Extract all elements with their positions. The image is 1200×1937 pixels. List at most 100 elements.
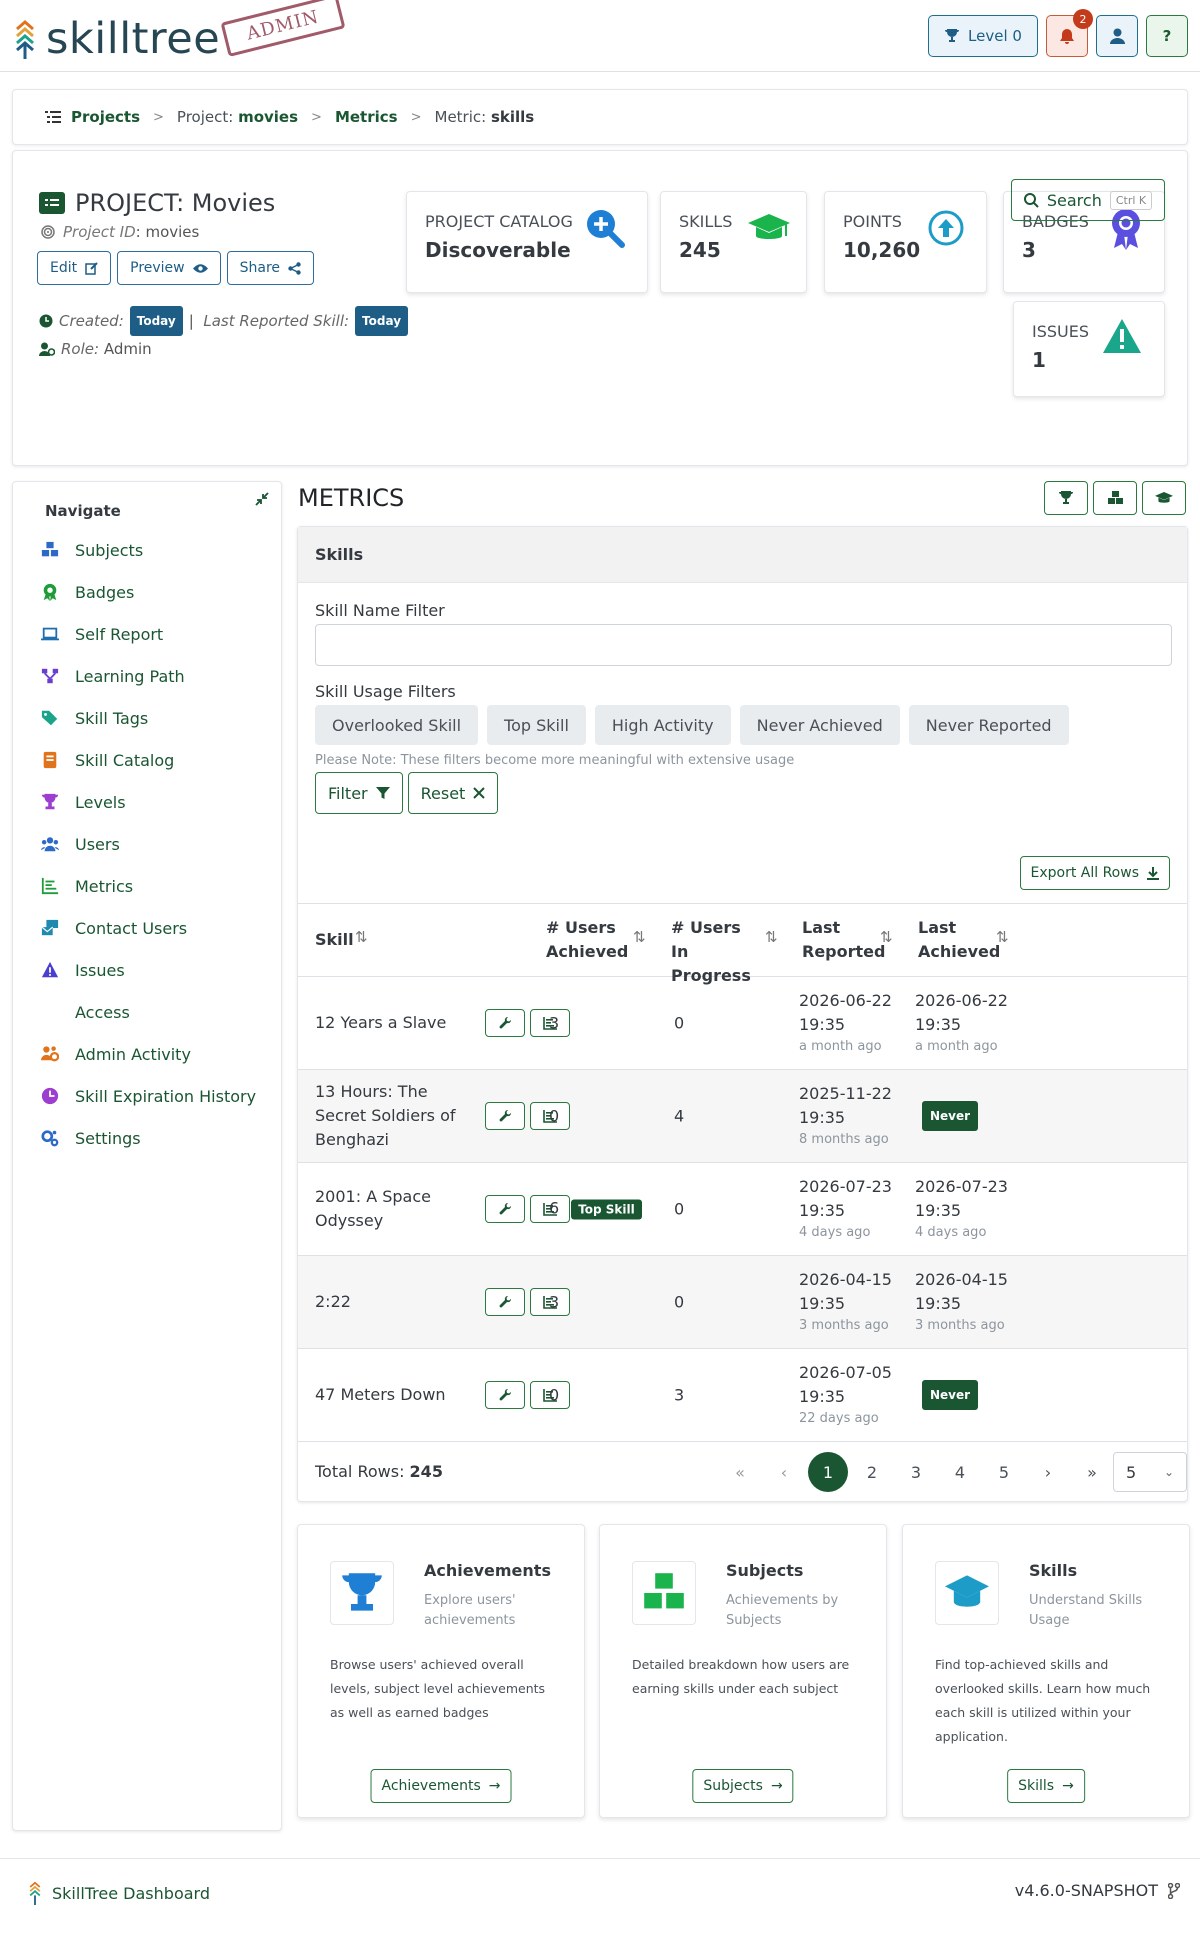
sidebar-item-skill-tags[interactable]: Skill Tags xyxy=(39,697,256,739)
sidebar-item-skill-expiration-history[interactable]: Skill Expiration History xyxy=(39,1075,256,1117)
sidebar-item-contact-users[interactable]: Contact Users xyxy=(39,907,256,949)
edit-skill-button[interactable] xyxy=(485,1381,525,1409)
sort-icon[interactable]: ⇅ xyxy=(880,928,893,946)
notifications-button[interactable]: 2 xyxy=(1046,9,1093,57)
edit-skill-button[interactable] xyxy=(485,1009,525,1037)
usage-filter-chip[interactable]: Never Reported xyxy=(908,705,1069,745)
reset-button[interactable]: Reset xyxy=(407,772,499,814)
breadcrumb-project-name: movies xyxy=(238,108,299,126)
feature-subjects-button[interactable]: Subjects → xyxy=(692,1769,794,1803)
last-reported-date: 2026-07-05 xyxy=(799,1363,892,1382)
last-achieved-ago: 4 days ago xyxy=(915,1225,987,1240)
last-achieved: Never xyxy=(922,1380,979,1410)
wrench-icon xyxy=(499,1202,511,1214)
user-menu-button[interactable] xyxy=(1096,15,1138,57)
share-label: Share xyxy=(239,260,281,276)
col-header-skill[interactable]: Skill xyxy=(315,928,354,952)
eye-icon xyxy=(192,263,208,273)
skill-name[interactable]: 47 Meters Down xyxy=(315,1383,475,1407)
search-button[interactable]: Search Ctrl K xyxy=(1011,179,1165,221)
edit-skill-button[interactable] xyxy=(485,1288,525,1316)
achievements-metrics-button[interactable] xyxy=(1044,481,1088,515)
skill-name[interactable]: 13 Hours: The Secret Soldiers of Benghaz… xyxy=(315,1080,475,1152)
breadcrumb-project[interactable]: Project: movies xyxy=(177,108,298,126)
first-page-button[interactable]: « xyxy=(718,1452,762,1492)
skilltree-logo[interactable]: skilltree xyxy=(14,14,220,64)
edit-skill-button[interactable] xyxy=(485,1195,525,1223)
col-header-last-reported[interactable]: Last Reported xyxy=(802,916,885,964)
sidebar-item-label: Levels xyxy=(75,792,126,812)
last-reported-ago: 3 months ago xyxy=(799,1318,889,1333)
usage-filter-chip[interactable]: Overlooked Skill xyxy=(315,705,479,745)
sidebar-item-metrics[interactable]: Metrics xyxy=(39,865,256,907)
sidebar-item-admin-activity[interactable]: Admin Activity xyxy=(39,1033,256,1075)
col-header-last-achieved[interactable]: Last Achieved xyxy=(918,916,1000,964)
export-label: Export All Rows xyxy=(1030,865,1140,881)
sidebar-item-settings[interactable]: Settings xyxy=(39,1117,256,1159)
sort-icon[interactable]: ⇅ xyxy=(765,928,778,946)
sort-icon[interactable]: ⇅ xyxy=(355,928,368,946)
sidebar-item-learning-path[interactable]: Learning Path xyxy=(39,655,256,697)
sidebar-item-badges[interactable]: Badges xyxy=(39,571,256,613)
subjects-metrics-button[interactable] xyxy=(1093,481,1137,515)
graduation-cap-icon-box xyxy=(935,1561,999,1625)
prev-page-button[interactable]: ‹ xyxy=(762,1452,806,1492)
footer-app-link[interactable]: SkillTree Dashboard xyxy=(28,1881,210,1905)
sidebar-item-users[interactable]: Users xyxy=(39,823,256,865)
sidebar-item-self-report[interactable]: Self Report xyxy=(39,613,256,655)
trophy-icon xyxy=(39,793,61,811)
breadcrumb-metrics[interactable]: Metrics xyxy=(335,108,398,126)
chevron-right-icon: > xyxy=(153,109,164,125)
mail-bulk-icon xyxy=(41,919,59,936)
download-icon xyxy=(1147,866,1159,880)
skills-metrics-button[interactable] xyxy=(1142,481,1186,515)
usage-filter-chip[interactable]: Top Skill xyxy=(487,705,586,745)
edit-skill-button[interactable] xyxy=(485,1102,525,1130)
next-page-button[interactable]: › xyxy=(1026,1452,1070,1492)
skill-name[interactable]: 2:22 xyxy=(315,1290,475,1314)
sidebar-item-skill-catalog[interactable]: Skill Catalog xyxy=(39,739,256,781)
users-achieved-value: 0 xyxy=(549,1385,560,1405)
page-button[interactable]: 2 xyxy=(850,1452,894,1492)
page-button[interactable]: 5 xyxy=(982,1452,1026,1492)
cogs-icon xyxy=(41,1130,59,1147)
laptop-icon xyxy=(39,625,61,643)
sort-icon[interactable]: ⇅ xyxy=(996,928,1009,946)
sort-icon[interactable]: ⇅ xyxy=(633,928,646,946)
usage-filter-chip[interactable]: Never Achieved xyxy=(739,705,900,745)
edit-project-button[interactable]: Edit xyxy=(37,251,112,285)
filter-button[interactable]: Filter xyxy=(315,772,403,814)
share-project-button[interactable]: Share xyxy=(226,251,315,285)
warning-icon xyxy=(1103,319,1141,353)
page-button[interactable]: 3 xyxy=(894,1452,938,1492)
usage-filter-chip[interactable]: High Activity xyxy=(594,705,731,745)
award-icon xyxy=(39,583,61,601)
feature-skills-button[interactable]: Skills → xyxy=(1007,1769,1085,1803)
breadcrumb-projects[interactable]: Projects xyxy=(71,108,140,126)
breadcrumb: Projects > Project: movies > Metrics > M… xyxy=(12,89,1188,145)
page-size-select[interactable]: 5 ⌄ xyxy=(1113,1452,1187,1492)
sidebar-item-issues[interactable]: Issues xyxy=(39,949,256,991)
last-page-button[interactable]: » xyxy=(1070,1452,1114,1492)
sidebar-item-levels[interactable]: Levels xyxy=(39,781,256,823)
sidebar-item-access[interactable]: Access xyxy=(39,991,256,1033)
col-header-users-achieved[interactable]: # Users Achieved xyxy=(546,916,628,964)
feature-achievements-button[interactable]: Achievements → xyxy=(370,1769,512,1803)
page-button[interactable]: 1 xyxy=(806,1452,850,1492)
close-icon xyxy=(473,787,486,799)
collapse-icon[interactable] xyxy=(255,492,269,510)
chevron-down-icon: ⌄ xyxy=(1163,1465,1174,1479)
page-button[interactable]: 4 xyxy=(938,1452,982,1492)
skill-name[interactable]: 2001: A Space Odyssey xyxy=(315,1185,475,1233)
level-button[interactable]: Level 0 xyxy=(928,15,1038,57)
skill-name-filter-input[interactable] xyxy=(315,624,1172,666)
sidebar-item-subjects[interactable]: Subjects xyxy=(39,529,256,571)
export-all-rows-button[interactable]: Export All Rows xyxy=(1019,856,1170,890)
preview-project-button[interactable]: Preview xyxy=(117,251,221,285)
skill-name[interactable]: 12 Years a Slave xyxy=(315,1011,475,1035)
table-row: 47 Meters Down 0 3 2026-07-05 19:35 22 days a… xyxy=(298,1349,1187,1442)
arrow-up-circle-icon xyxy=(928,210,964,246)
award-icon xyxy=(43,583,57,601)
help-button[interactable]: ? xyxy=(1146,15,1188,57)
last-reported-ago: 22 days ago xyxy=(799,1411,879,1426)
